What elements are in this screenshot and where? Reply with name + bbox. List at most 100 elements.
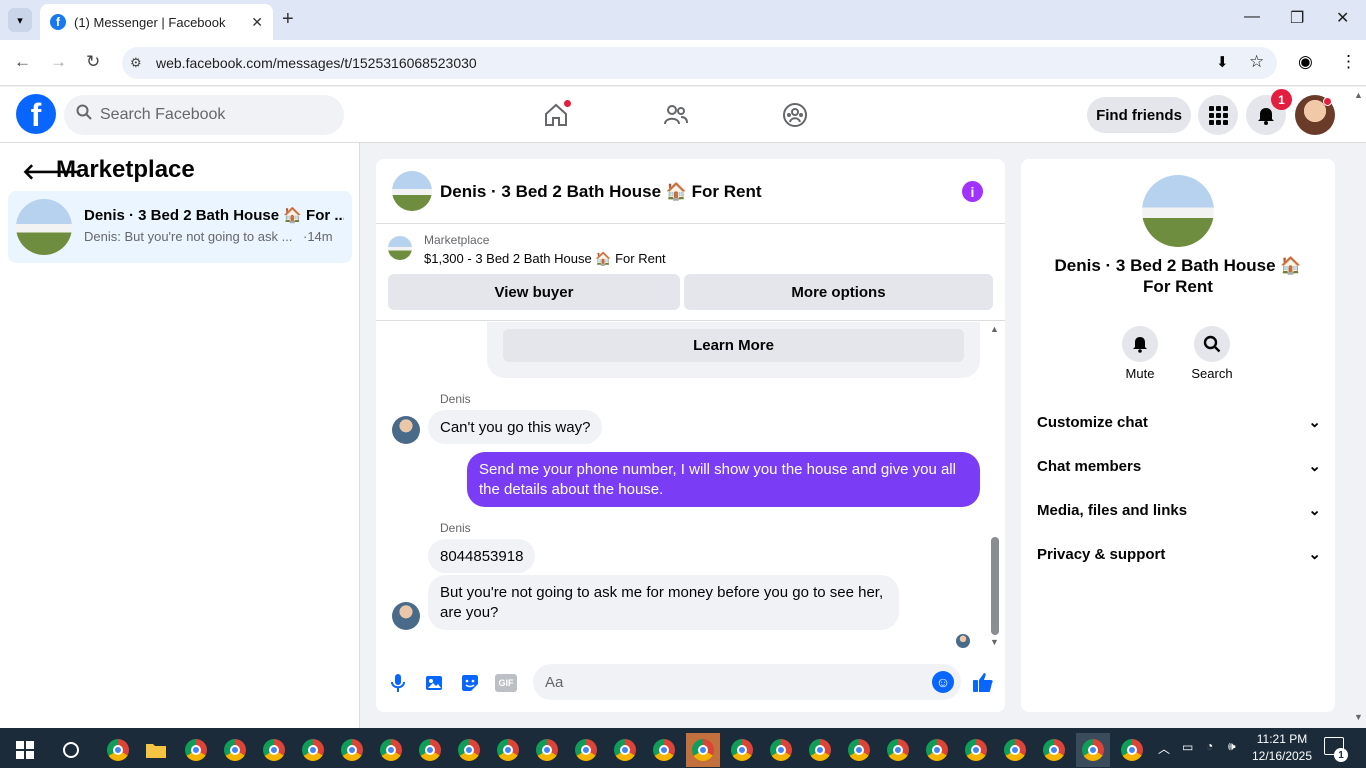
chat-members-section[interactable]: Chat members ⌄ <box>1037 454 1321 478</box>
chrome-taskbar-icon[interactable] <box>803 733 837 767</box>
chrome-taskbar-icon[interactable] <box>608 733 642 767</box>
sender-avatar[interactable] <box>392 416 420 444</box>
bookmark-star-icon[interactable]: ☆ <box>1249 52 1264 72</box>
search-circle-icon[interactable] <box>54 733 88 767</box>
chrome-taskbar-icon[interactable] <box>1037 733 1071 767</box>
emoji-icon[interactable]: ☺ <box>932 671 954 693</box>
photo-icon[interactable] <box>423 672 445 694</box>
chrome-taskbar-icon[interactable] <box>764 733 798 767</box>
chrome-taskbar-icon[interactable] <box>1076 733 1110 767</box>
facebook-favicon-icon: f <box>50 14 66 30</box>
chrome-taskbar-icon[interactable] <box>881 733 915 767</box>
facebook-logo-icon[interactable]: f <box>16 94 56 134</box>
browser-tab[interactable]: f (1) Messenger | Facebook ✕ <box>40 4 273 40</box>
facebook-search-input[interactable]: Search Facebook <box>64 95 344 135</box>
chrome-taskbar-icon-active[interactable] <box>686 733 720 767</box>
profile-avatar[interactable] <box>1142 175 1214 247</box>
message-bubble-incoming[interactable]: But you're not going to ask me for money… <box>428 575 899 630</box>
divider <box>376 223 1005 224</box>
message-bubble-incoming[interactable]: 8044853918 <box>428 539 536 573</box>
page-scroll-down-icon[interactable]: ▼ <box>1354 712 1363 722</box>
chrome-taskbar-icon[interactable] <box>998 733 1032 767</box>
message-input[interactable]: Aa <box>533 664 961 700</box>
chrome-taskbar-icon[interactable] <box>335 733 369 767</box>
sticker-icon[interactable] <box>459 672 481 694</box>
install-app-icon[interactable]: ⬇ <box>1216 53 1229 71</box>
chrome-taskbar-icon[interactable] <box>101 733 135 767</box>
search-label: Search <box>1191 366 1233 381</box>
chrome-taskbar-icon[interactable] <box>569 733 603 767</box>
browser-menu-icon[interactable]: ⋮ <box>1340 52 1357 72</box>
mute-button[interactable] <box>1122 326 1158 362</box>
search-conversation-button[interactable] <box>1194 326 1230 362</box>
forward-button[interactable]: → <box>50 52 67 72</box>
close-tab-icon[interactable]: ✕ <box>251 14 263 31</box>
seen-indicator-avatar <box>956 634 970 648</box>
conversation-name: Denis · 3 Bed 2 Bath House 🏠 For ... <box>84 207 344 224</box>
sender-avatar[interactable] <box>392 602 420 630</box>
message-bubble-outgoing[interactable]: Send me your phone number, I will show y… <box>467 452 980 507</box>
thumbs-up-icon[interactable] <box>971 670 995 694</box>
scrollbar-thumb[interactable] <box>991 537 999 635</box>
media-files-links-section[interactable]: Media, files and links ⌄ <box>1037 498 1321 522</box>
privacy-support-section[interactable]: Privacy & support ⌄ <box>1037 542 1321 566</box>
page-scrollbar[interactable] <box>1352 90 1366 728</box>
sidebar-title: Marketplace <box>56 156 195 183</box>
back-button[interactable]: ← <box>14 52 31 72</box>
message-bubble-incoming[interactable]: Can't you go this way? <box>428 410 603 444</box>
restore-button[interactable]: ❐ <box>1290 8 1304 28</box>
view-buyer-button[interactable]: View buyer <box>388 274 680 310</box>
chrome-taskbar-icon[interactable] <box>374 733 408 767</box>
show-hidden-icons-icon[interactable]: ︿ <box>1158 740 1170 757</box>
taskbar-clock[interactable]: 11:21 PM 12/16/2025 <box>1250 731 1314 765</box>
network-icon[interactable]: ◔ <box>1206 739 1213 753</box>
learn-more-button[interactable]: Learn More <box>503 329 964 362</box>
file-explorer-icon[interactable] <box>139 733 173 767</box>
profile-icon[interactable]: ◉ <box>1298 52 1313 72</box>
find-friends-button[interactable]: Find friends <box>1087 97 1191 133</box>
minimize-button[interactable]: — <box>1244 8 1260 26</box>
chrome-taskbar-icon[interactable] <box>530 733 564 767</box>
chrome-taskbar-icon[interactable] <box>647 733 681 767</box>
chrome-taskbar-icon[interactable] <box>920 733 954 767</box>
new-tab-button[interactable]: + <box>282 8 294 31</box>
gif-icon[interactable]: GIF <box>495 674 517 692</box>
microphone-icon[interactable] <box>387 672 409 694</box>
chat-avatar[interactable] <box>392 171 432 211</box>
site-info-icon[interactable]: ⚙ <box>130 55 142 71</box>
reload-button[interactable]: ↻ <box>86 52 100 72</box>
chrome-taskbar-icon[interactable] <box>218 733 252 767</box>
divider <box>376 320 1005 321</box>
chrome-taskbar-icon[interactable] <box>491 733 525 767</box>
address-bar[interactable]: web.facebook.com/messages/t/152531606852… <box>122 47 1277 79</box>
chrome-taskbar-icon[interactable] <box>452 733 486 767</box>
windows-start-icon[interactable] <box>8 733 42 767</box>
chrome-taskbar-icon[interactable] <box>257 733 291 767</box>
customize-chat-section[interactable]: Customize chat ⌄ <box>1037 410 1321 434</box>
conversation-time: ·14m <box>303 229 333 244</box>
sender-name: Denis <box>440 392 471 406</box>
chrome-taskbar-icon[interactable] <box>842 733 876 767</box>
info-icon[interactable]: i <box>962 181 983 202</box>
groups-nav-icon[interactable] <box>780 100 810 130</box>
chrome-taskbar-icon[interactable] <box>725 733 759 767</box>
scroll-up-icon[interactable]: ▲ <box>990 324 999 334</box>
chrome-taskbar-icon[interactable] <box>296 733 330 767</box>
more-options-button[interactable]: More options <box>684 274 993 310</box>
chat-title[interactable]: Denis · 3 Bed 2 Bath House 🏠 For Rent <box>440 182 762 202</box>
chrome-taskbar-icon[interactable] <box>413 733 447 767</box>
chrome-taskbar-icon[interactable] <box>959 733 993 767</box>
notification-badge: 1 <box>1271 89 1292 110</box>
scroll-down-icon[interactable]: ▼ <box>990 637 999 647</box>
page-scroll-up-icon[interactable]: ▲ <box>1354 90 1363 100</box>
chrome-taskbar-icon[interactable] <box>179 733 213 767</box>
chrome-taskbar-icon[interactable] <box>1115 733 1149 767</box>
battery-icon[interactable]: ▭ <box>1182 740 1193 754</box>
close-window-button[interactable]: ✕ <box>1336 8 1349 28</box>
menu-grid-button[interactable] <box>1198 95 1238 135</box>
tab-search-button[interactable]: ▾ <box>8 8 32 32</box>
listing-title[interactable]: $1,300 - 3 Bed 2 Bath House 🏠 For Rent <box>424 251 666 267</box>
friends-nav-icon[interactable] <box>661 100 691 130</box>
volume-icon[interactable]: 🕪 <box>1228 739 1236 754</box>
listing-source: Marketplace <box>424 233 490 247</box>
